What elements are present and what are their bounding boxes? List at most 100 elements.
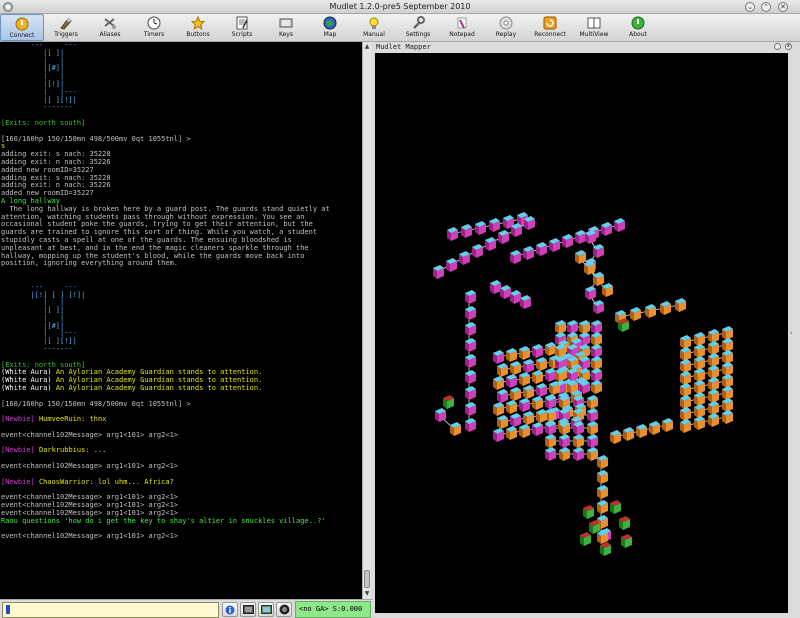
map-room-cube[interactable] [589,520,600,534]
map-room-cube[interactable] [591,344,602,358]
map-room-cube[interactable] [630,307,641,321]
screenshot-button[interactable] [258,602,274,617]
map-room-cube[interactable] [461,224,472,238]
map-room-cube[interactable] [559,434,570,448]
toolbar-button-scripts[interactable]: Scripts [220,14,264,41]
map-room-cube[interactable] [493,376,504,390]
map-room-cube[interactable] [722,338,733,352]
map-room-cube[interactable] [708,353,719,367]
map-room-cube[interactable] [485,237,496,251]
map-room-cube[interactable] [602,283,613,297]
map-room-cube[interactable] [575,250,586,264]
map-room-cube[interactable] [523,359,534,373]
map-room-cube[interactable] [532,396,543,410]
map-room-cube[interactable] [510,290,521,304]
map-room-cube[interactable] [536,357,547,371]
map-room-cube[interactable] [567,320,578,334]
map-room-cube[interactable] [597,500,608,514]
map-room-cube[interactable] [510,361,521,375]
map-room-cube[interactable] [498,230,509,244]
console-scrollbar[interactable]: ▲ ▼ [362,42,371,599]
map-room-cube[interactable] [597,530,608,544]
map-room-cube[interactable] [636,424,647,438]
map-room-cube[interactable] [519,346,530,360]
map-room-cube[interactable] [708,329,719,343]
map-room-cube[interactable] [694,344,705,358]
map-room-cube[interactable] [545,434,556,448]
map-room-cube[interactable] [587,395,598,409]
map-room-cube[interactable] [680,383,691,397]
minimize-icon[interactable]: ⌄ [745,2,755,12]
map-room-cube[interactable] [708,389,719,403]
map-room-cube[interactable] [523,411,534,425]
map-room-cube[interactable] [722,410,733,424]
map-room-cube[interactable] [490,280,501,294]
map-room-cube[interactable] [583,505,594,519]
map-room-cube[interactable] [610,430,621,444]
map-room-cube[interactable] [443,395,454,409]
map-room-cube[interactable] [510,413,521,427]
map-room-cube[interactable] [506,400,517,414]
map-room-cube[interactable] [680,407,691,421]
map-room-cube[interactable] [694,356,705,370]
map-room-cube[interactable] [680,395,691,409]
mapper-float-icon[interactable] [774,43,781,50]
map-room-cube[interactable] [579,320,590,334]
close-icon[interactable]: ✕ [778,2,788,12]
map-room-cube[interactable] [649,421,660,435]
map-room-cube[interactable] [597,470,608,484]
map-room-cube[interactable] [662,418,673,432]
map-room-cube[interactable] [597,485,608,499]
map-room-cube[interactable] [472,244,483,258]
map-room-cube[interactable] [614,218,625,232]
map-room-cube[interactable] [585,286,596,300]
map-room-cube[interactable] [545,342,556,356]
toolbar-button-manual[interactable]: Manual [352,14,396,41]
map-room-cube[interactable] [506,348,517,362]
map-room-cube[interactable] [708,413,719,427]
info-button[interactable] [222,602,238,617]
scroll-up-icon[interactable]: ▲ [363,42,371,51]
map-room-cube[interactable] [694,416,705,430]
map-room-cube[interactable] [520,295,531,309]
map-room-cube[interactable] [559,447,570,461]
map-room-cube[interactable] [660,301,671,315]
map-room-cube[interactable] [645,304,656,318]
map-room-cube[interactable] [465,402,476,416]
map-room-cube[interactable] [519,398,530,412]
map-room-cube[interactable] [510,250,521,264]
toolbar-button-multiview[interactable]: MultiView [572,14,616,41]
map-room-cube[interactable] [532,344,543,358]
map-room-cube[interactable] [722,362,733,376]
mapper-3d-view[interactable] [375,53,788,613]
map-room-cube[interactable] [545,447,556,461]
toolbar-button-settings[interactable]: Settings [396,14,440,41]
map-room-cube[interactable] [619,516,630,530]
map-room-cube[interactable] [493,350,504,364]
map-room-cube[interactable] [493,428,504,442]
map-room-cube[interactable] [536,409,547,423]
map-room-cube[interactable] [497,389,508,403]
toolbar-button-map[interactable]: Map [308,14,352,41]
map-room-cube[interactable] [694,380,705,394]
map-room-cube[interactable] [601,222,612,236]
map-room-cube[interactable] [708,401,719,415]
map-room-cube[interactable] [708,377,719,391]
emergency-stop-button[interactable] [276,602,292,617]
map-room-cube[interactable] [519,372,530,386]
map-room-cube[interactable] [623,427,634,441]
map-room-cube[interactable] [510,387,521,401]
map-room-cube[interactable] [549,238,560,252]
map-room-cube[interactable] [532,370,543,384]
map-room-cube[interactable] [680,419,691,433]
map-room-cube[interactable] [447,227,458,241]
map-room-cube[interactable] [465,418,476,432]
maximize-icon[interactable]: ⌃ [761,2,771,12]
map-room-cube[interactable] [694,392,705,406]
toolbar-button-about[interactable]: About [616,14,660,41]
map-room-cube[interactable] [587,434,598,448]
map-room-cube[interactable] [575,230,586,244]
map-room-cube[interactable] [591,356,602,370]
map-room-cube[interactable] [475,221,486,235]
map-room-cube[interactable] [523,246,534,260]
